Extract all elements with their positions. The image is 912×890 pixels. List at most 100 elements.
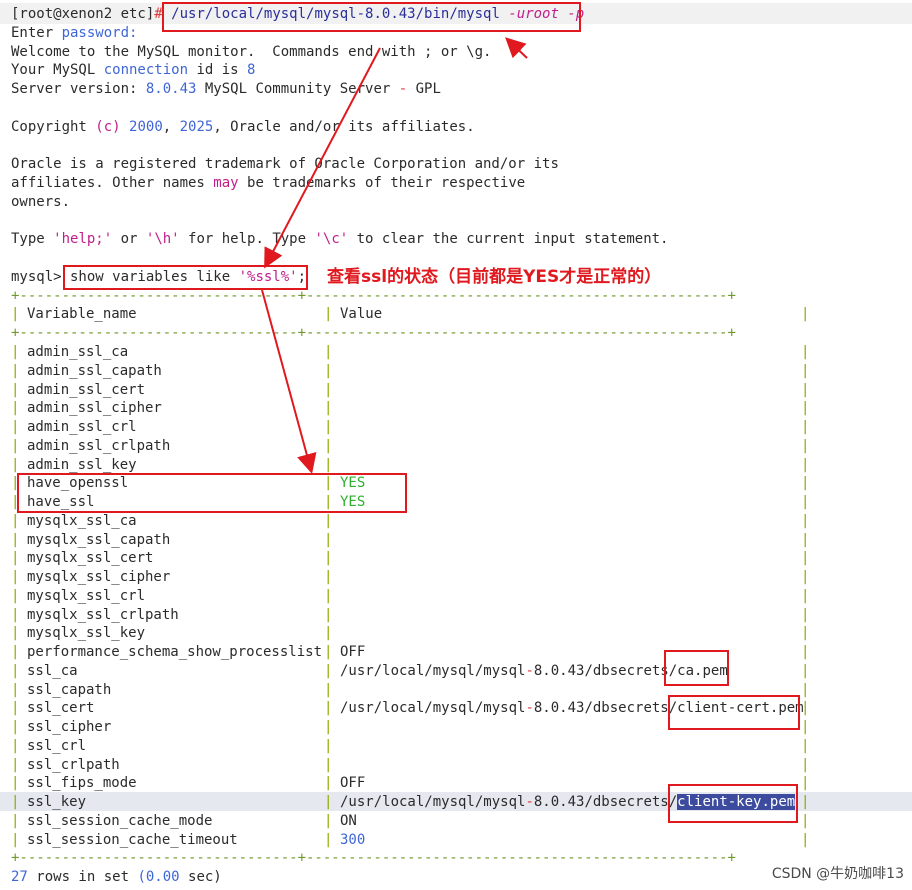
- row-pipe-mid: |: [324, 663, 333, 679]
- row-pipe-left: |: [11, 700, 20, 716]
- table-row-name: ssl_fips_mode: [27, 775, 137, 791]
- table-border-bottom: +---------------------------------+-----…: [11, 850, 736, 866]
- row-pipe-left: |: [11, 550, 20, 566]
- connection-line: Your MySQL connection id is 8: [11, 62, 256, 78]
- annotation-box-have-ssl: [17, 473, 407, 513]
- arrow-to-have-ssl: [261, 289, 317, 474]
- enter-password-line: Enter password:: [11, 25, 138, 41]
- row-pipe-left: |: [11, 588, 20, 604]
- table-row-name: mysqlx_ssl_crlpath: [27, 607, 179, 623]
- row-pipe-left: |: [11, 682, 20, 698]
- row-pipe-mid: |: [324, 719, 333, 735]
- row-pipe-mid: |: [324, 682, 333, 698]
- row-pipe-left: |: [11, 644, 20, 660]
- row-pipe-mid: |: [324, 757, 333, 773]
- row-pipe-left: |: [11, 382, 20, 398]
- row-pipe-right: |: [801, 438, 810, 454]
- help-line: Type 'help;' or '\h' for help. Type '\c'…: [11, 231, 669, 247]
- row-pipe-right: |: [801, 738, 810, 754]
- table-row-value: OFF: [340, 775, 366, 791]
- row-pipe-left: |: [11, 457, 20, 473]
- row-pipe-left: |: [11, 400, 20, 416]
- table-row-name: admin_ssl_ca: [27, 344, 129, 360]
- row-pipe-mid: |: [324, 532, 333, 548]
- row-pipe-right: |: [801, 663, 810, 679]
- table-row-name: ssl_cert: [27, 700, 95, 716]
- row-pipe-right: |: [801, 757, 810, 773]
- row-pipe-mid: |: [324, 832, 333, 848]
- table-header-row: |: [11, 306, 20, 322]
- table-row-name: ssl_session_cache_timeout: [27, 832, 238, 848]
- row-pipe-right: |: [801, 569, 810, 585]
- row-pipe-left: |: [11, 738, 20, 754]
- annotation-box-query: [63, 265, 308, 290]
- table-row-name: mysqlx_ssl_key: [27, 625, 146, 641]
- row-pipe-right: |: [801, 700, 810, 716]
- row-pipe-right: |: [801, 813, 810, 829]
- row-pipe-left: |: [11, 438, 20, 454]
- server-version-line: Server version: 8.0.43 MySQL Community S…: [11, 81, 441, 97]
- table-row-name: admin_ssl_key: [27, 457, 137, 473]
- arrow-to-command: [505, 37, 528, 59]
- terminal-window[interactable]: [root@xenon2 etc]# /usr/local/mysql/mysq…: [0, 0, 912, 890]
- table-border-mid: +---------------------------------+-----…: [11, 325, 736, 341]
- table-row-name: mysqlx_ssl_capath: [27, 532, 171, 548]
- row-pipe-right: |: [801, 475, 810, 491]
- csdn-watermark: CSDN @牛奶咖啡13: [769, 863, 906, 883]
- row-pipe-right: |: [801, 625, 810, 641]
- mysql-prompt: mysql>: [11, 269, 62, 285]
- table-row-value: ON: [340, 813, 357, 829]
- table-row-name: mysqlx_ssl_crl: [27, 588, 146, 604]
- oracle-line-1: Oracle is a registered trademark of Orac…: [11, 156, 559, 172]
- row-pipe-right: |: [801, 588, 810, 604]
- annotation-box-client-key: [668, 784, 798, 823]
- row-pipe-right: |: [801, 644, 810, 660]
- row-pipe-right: |: [801, 832, 810, 848]
- header-separator: |: [324, 306, 333, 322]
- row-pipe-left: |: [11, 663, 20, 679]
- table-row-name: admin_ssl_cert: [27, 382, 146, 398]
- row-pipe-right: |: [801, 794, 810, 810]
- table-row-name: admin_ssl_crl: [27, 419, 137, 435]
- row-pipe-mid: |: [324, 794, 333, 810]
- header-end-pipe: |: [801, 306, 810, 322]
- table-row-name: mysqlx_ssl_ca: [27, 513, 137, 529]
- row-pipe-mid: |: [324, 700, 333, 716]
- row-pipe-left: |: [11, 419, 20, 435]
- row-pipe-left: |: [11, 813, 20, 829]
- table-row-name: admin_ssl_capath: [27, 363, 162, 379]
- row-pipe-mid: |: [324, 382, 333, 398]
- row-pipe-right: |: [801, 457, 810, 473]
- table-row-name: mysqlx_ssl_cipher: [27, 569, 171, 585]
- row-pipe-mid: |: [324, 344, 333, 360]
- row-pipe-mid: |: [324, 569, 333, 585]
- row-pipe-mid: |: [324, 550, 333, 566]
- shell-prompt: [root@xenon2 etc]: [11, 6, 155, 22]
- table-row-name: ssl_cipher: [27, 719, 112, 735]
- row-pipe-right: |: [801, 419, 810, 435]
- row-pipe-mid: |: [324, 457, 333, 473]
- row-pipe-mid: |: [324, 513, 333, 529]
- row-pipe-mid: |: [324, 363, 333, 379]
- row-pipe-right: |: [801, 719, 810, 735]
- row-pipe-right: |: [801, 513, 810, 529]
- table-row-name: ssl_key: [27, 794, 87, 810]
- table-row-name: ssl_crl: [27, 738, 87, 754]
- result-footer: 27 rows in set (0.00 sec): [11, 869, 222, 885]
- welcome-line: Welcome to the MySQL monitor. Commands e…: [11, 44, 492, 60]
- oracle-line-3: owners.: [11, 194, 71, 210]
- row-pipe-right: |: [801, 344, 810, 360]
- annotation-text: 查看ssl的状态（目前都是YES才是正常的）: [327, 267, 662, 287]
- table-row-name: ssl_session_cache_mode: [27, 813, 213, 829]
- row-pipe-mid: |: [324, 588, 333, 604]
- oracle-line-2: affiliates. Other names may be trademark…: [11, 175, 526, 191]
- row-pipe-right: |: [801, 400, 810, 416]
- annotation-box-command: [162, 2, 581, 32]
- table-row-name: admin_ssl_cipher: [27, 400, 162, 416]
- row-pipe-left: |: [11, 625, 20, 641]
- row-pipe-right: |: [801, 382, 810, 398]
- row-pipe-left: |: [11, 794, 20, 810]
- table-row-name: performance_schema_show_processlist: [27, 644, 323, 660]
- table-row-name: ssl_crlpath: [27, 757, 120, 773]
- row-pipe-left: |: [11, 607, 20, 623]
